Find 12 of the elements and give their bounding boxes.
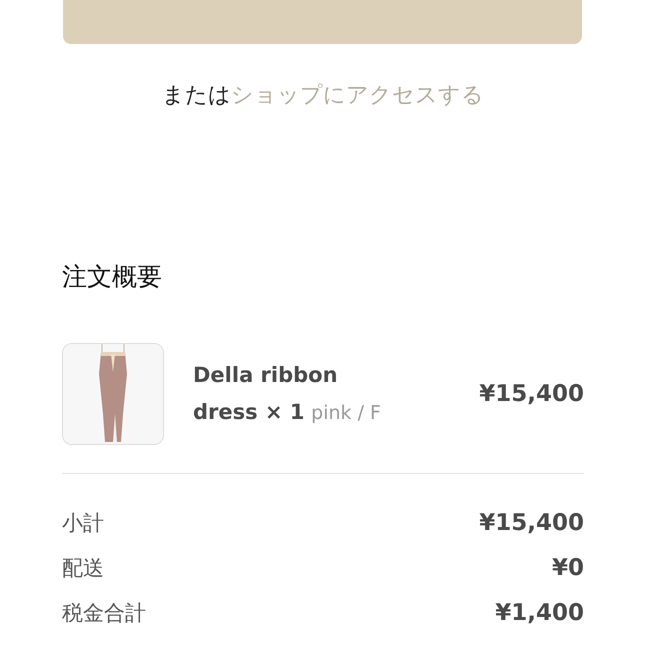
total-value: ¥15,400 xyxy=(479,510,584,536)
shop-link[interactable]: ショップにアクセスする xyxy=(231,83,484,108)
section-title: 注文概要 xyxy=(62,261,163,293)
total-value: ¥0 xyxy=(552,554,584,580)
total-label: 配送 xyxy=(62,554,104,582)
product-price: ¥15,400 xyxy=(479,381,584,407)
view-order-button[interactable] xyxy=(63,0,582,44)
product-description: Della ribbon dress × 1 pink / F xyxy=(193,362,382,426)
total-value: ¥1,400 xyxy=(495,600,584,626)
total-label: 税金合計 xyxy=(62,600,146,626)
or-text: または xyxy=(162,83,231,108)
total-label: 小計 xyxy=(62,510,104,536)
